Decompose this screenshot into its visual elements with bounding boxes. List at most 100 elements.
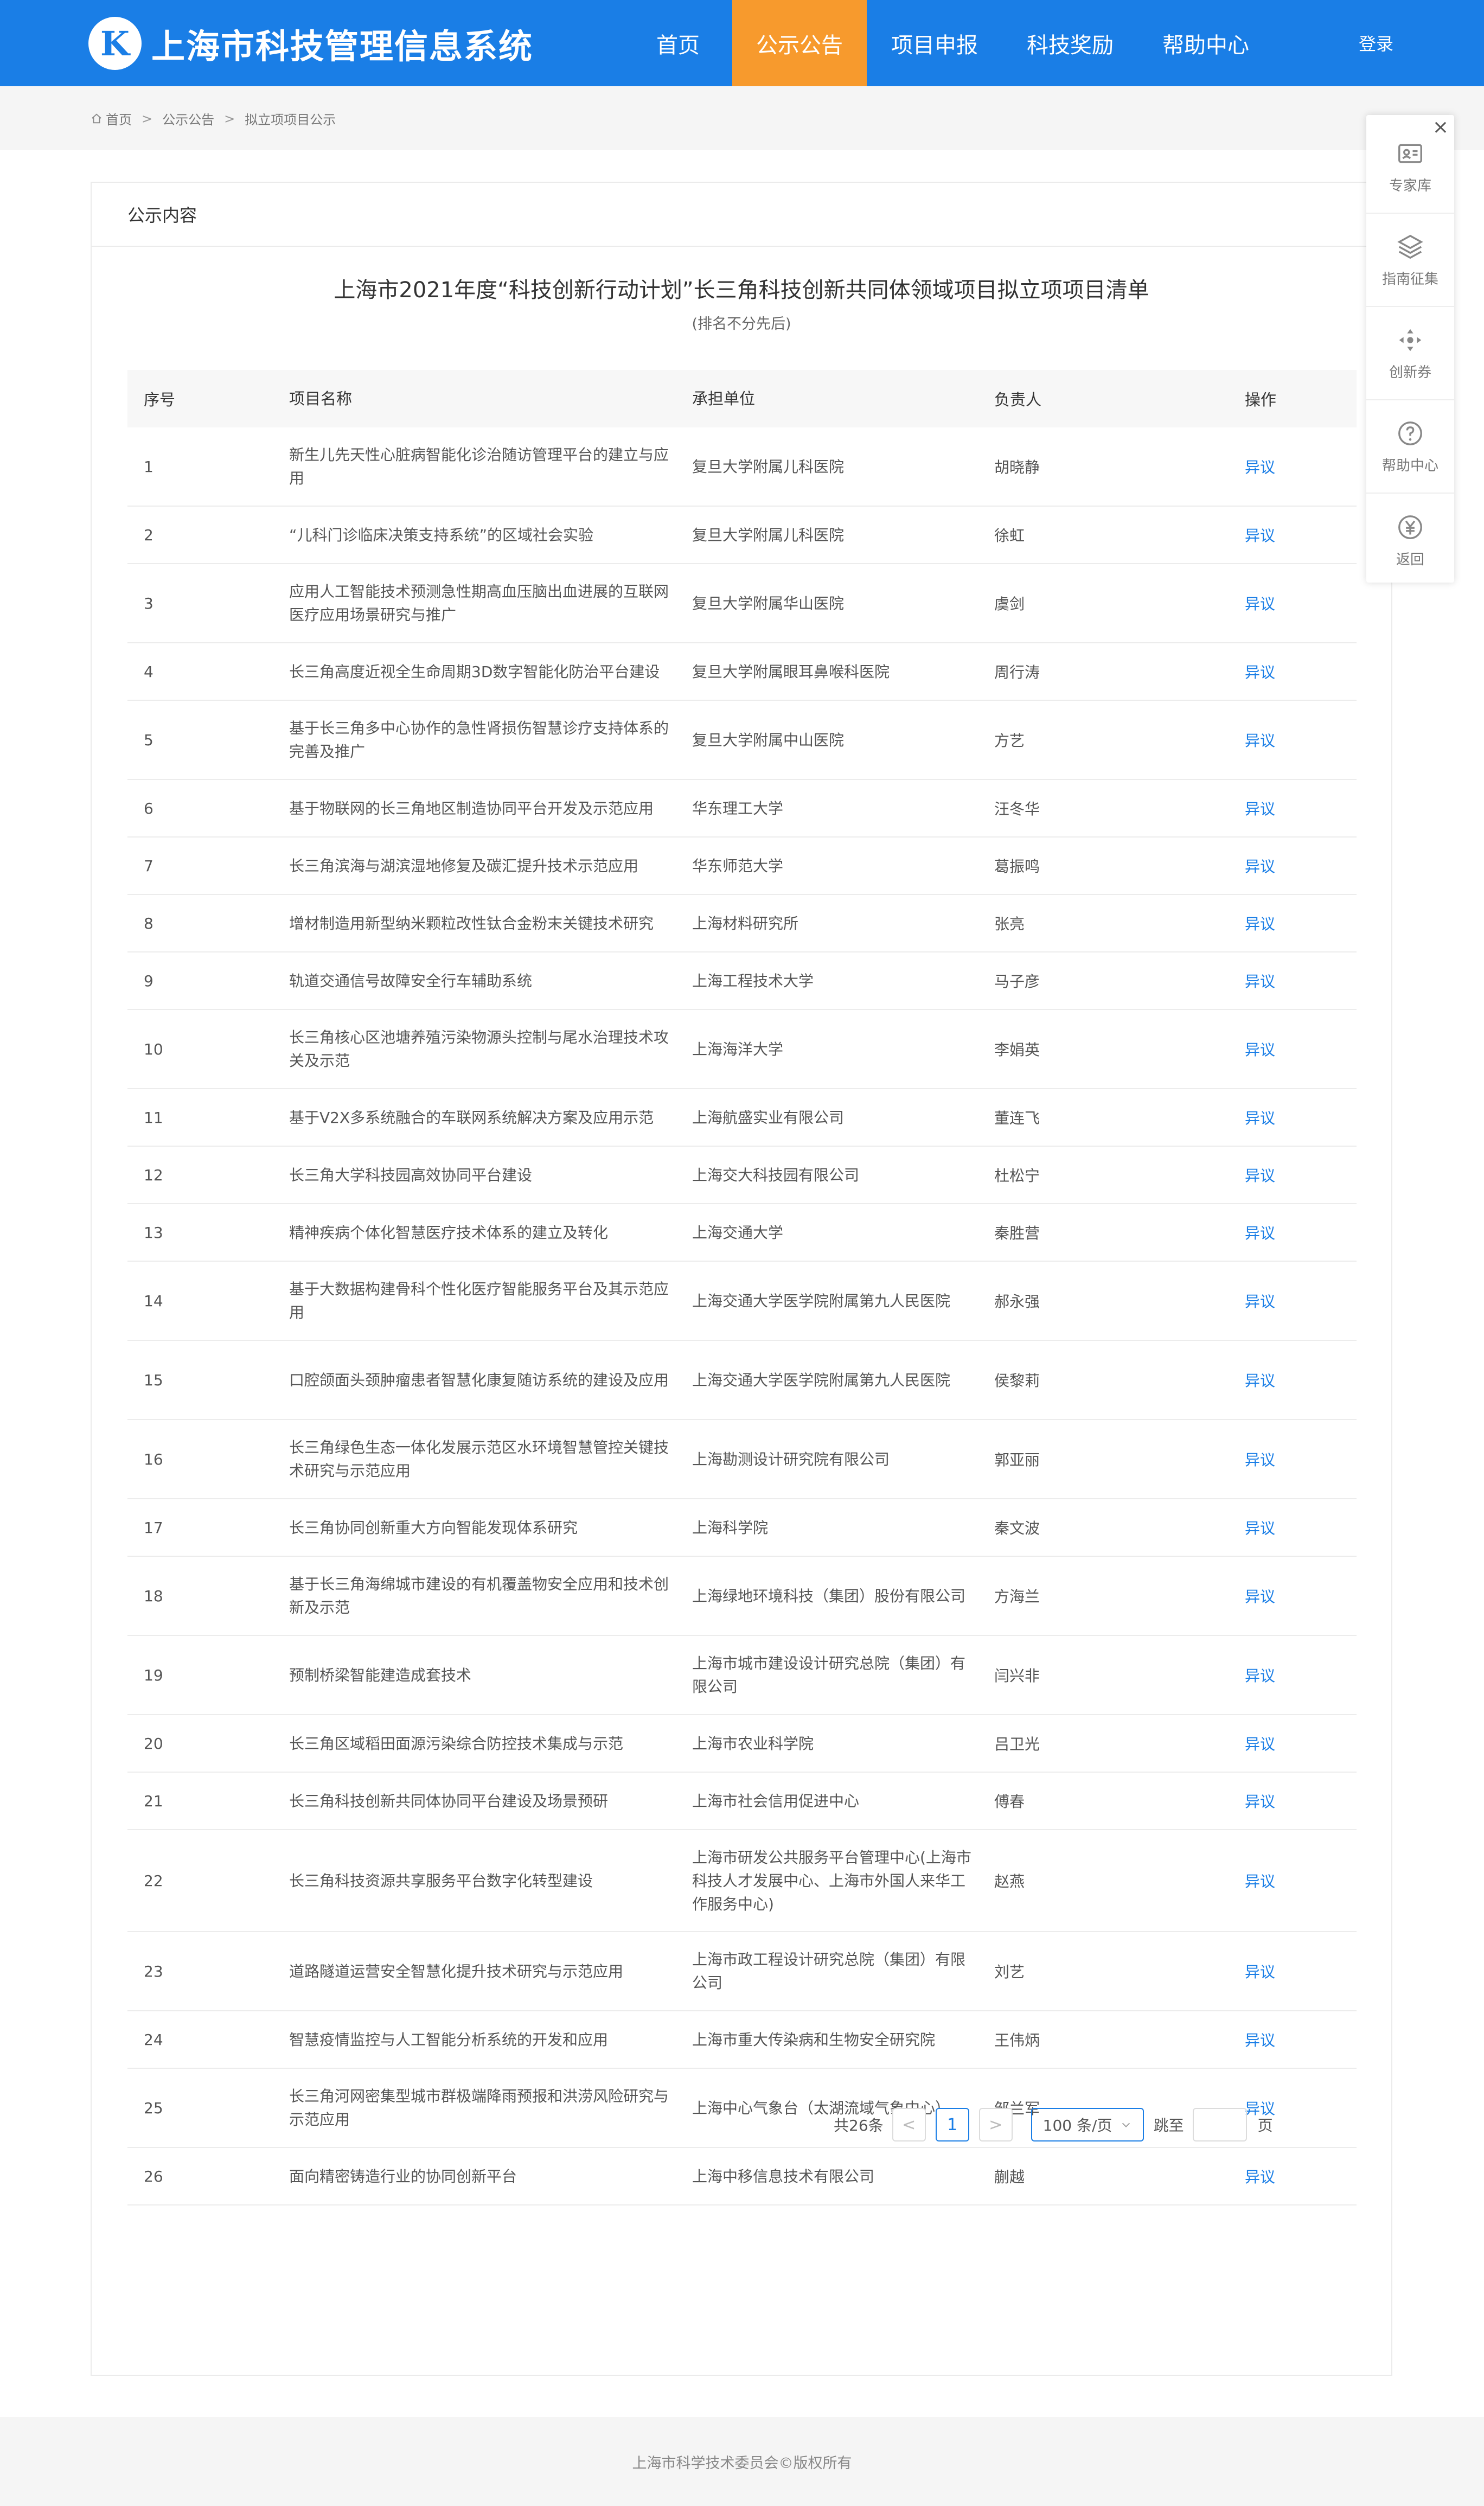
- table-row: 14 基于大数据构建骨科个性化医疗智能服务平台及其示范应用 上海交通大学医学院附属第…: [127, 1262, 1357, 1341]
- project-leader: 虞剑: [994, 595, 1025, 613]
- objection-link[interactable]: 异议: [1245, 1224, 1275, 1242]
- objection-link[interactable]: 异议: [1245, 1451, 1275, 1469]
- innovation-voucher-button[interactable]: 创新券: [1366, 307, 1454, 400]
- objection-link[interactable]: 异议: [1245, 663, 1275, 681]
- table-row: 17 长三角协同创新重大方向智能发现体系研究 上海科学院 秦文波 异议: [127, 1499, 1357, 1557]
- breadcrumb: 首页 > 公示公告 > 拟立项项目公示: [91, 109, 336, 128]
- objection-link[interactable]: 异议: [1245, 915, 1275, 933]
- row-number: 21: [144, 1792, 163, 1810]
- project-name: 长三角科技创新共同体协同平台建设及场景预研: [289, 1792, 609, 1810]
- objection-link[interactable]: 异议: [1245, 1293, 1275, 1310]
- host-unit: 复旦大学附属中山医院: [692, 731, 845, 749]
- project-leader: 王伟炳: [994, 2031, 1040, 2049]
- op-cell: 异议: [1245, 1448, 1357, 1470]
- project-leader: 方海兰: [994, 1588, 1040, 1606]
- row-number: 12: [144, 1166, 163, 1184]
- row-number: 17: [144, 1518, 163, 1537]
- logo-mark: K: [88, 17, 142, 70]
- objection-link[interactable]: 异议: [1245, 595, 1275, 613]
- objection-link[interactable]: 异议: [1245, 458, 1275, 476]
- nav-item-home[interactable]: 首页: [624, 0, 732, 86]
- table-row: 9 轨道交通信号故障安全行车辅助系统 上海工程技术大学 马子彦 异议: [127, 952, 1357, 1010]
- nav-item-help[interactable]: 帮助中心: [1138, 0, 1274, 86]
- row-number: 25: [144, 2099, 163, 2117]
- op-cell: 异议: [1245, 1038, 1357, 1060]
- op-cell: 异议: [1245, 1870, 1357, 1891]
- objection-link[interactable]: 异议: [1245, 1519, 1275, 1537]
- objection-link[interactable]: 异议: [1245, 2031, 1275, 2049]
- header-name: 项目名称: [289, 389, 353, 408]
- page-suffix: 页: [1257, 2117, 1273, 2134]
- project-name: 长三角高度近视全生命周期3D数字智能化防治平台建设: [289, 662, 660, 681]
- objection-link[interactable]: 异议: [1245, 1588, 1275, 1606]
- objection-link[interactable]: 异议: [1245, 800, 1275, 818]
- row-number: 11: [144, 1108, 163, 1127]
- site-logo[interactable]: K 上海市科技管理信息系统: [88, 16, 533, 71]
- project-name: 基于长三角海绵城市建设的有机覆盖物安全应用和技术创新及示范: [289, 1575, 669, 1616]
- host-unit: 上海市社会信用促进中心: [692, 1792, 860, 1810]
- help-center-button[interactable]: 帮助中心: [1366, 400, 1454, 494]
- host-unit: 上海中移信息技术有限公司: [692, 2167, 875, 2185]
- objection-link[interactable]: 异议: [1245, 858, 1275, 875]
- next-page-button[interactable]: >: [978, 2108, 1013, 2141]
- objection-link[interactable]: 异议: [1245, 1793, 1275, 1811]
- objection-link[interactable]: 异议: [1245, 1167, 1275, 1185]
- page-size-select[interactable]: 100 条/页: [1031, 2108, 1144, 2141]
- objection-link[interactable]: 异议: [1245, 1872, 1275, 1890]
- project-leader: 闫兴非: [994, 1667, 1040, 1685]
- project-name: 面向精密铸造行业的协同创新平台: [289, 2167, 517, 2185]
- op-cell: 异议: [1245, 524, 1357, 546]
- objection-link[interactable]: 异议: [1245, 1109, 1275, 1127]
- project-leader: 侯黎莉: [994, 1372, 1040, 1390]
- row-number: 6: [144, 799, 153, 817]
- host-unit: 上海科学院: [692, 1518, 769, 1537]
- op-cell: 异议: [1245, 2029, 1357, 2050]
- host-unit: 上海工程技术大学: [692, 971, 814, 990]
- op-cell: 异议: [1245, 1790, 1357, 1812]
- nav-item-project-apply[interactable]: 项目申报: [867, 0, 1002, 86]
- op-cell: 异议: [1245, 1290, 1357, 1312]
- objection-link[interactable]: 异议: [1245, 1372, 1275, 1390]
- objection-link[interactable]: 异议: [1245, 1735, 1275, 1753]
- host-unit: 上海航盛实业有限公司: [692, 1108, 845, 1127]
- row-number: 2: [144, 526, 153, 544]
- table-row: 6 基于物联网的长三角地区制造协同平台开发及示范应用 华东理工大学 汪冬华 异议: [127, 780, 1357, 838]
- nav-item-awards[interactable]: 科技奖励: [1002, 0, 1138, 86]
- table-row: 4 长三角高度近视全生命周期3D数字智能化防治平台建设 复旦大学附属眼耳鼻喉科医院 周…: [127, 643, 1357, 701]
- breadcrumb-notices[interactable]: 公示公告: [162, 109, 214, 128]
- breadcrumb-band: 首页 > 公示公告 > 拟立项项目公示: [0, 86, 1484, 150]
- row-number: 9: [144, 971, 153, 990]
- breadcrumb-home[interactable]: 首页: [106, 109, 132, 128]
- nav-item-notices[interactable]: 公示公告: [732, 0, 867, 86]
- project-leader: 郝永强: [994, 1293, 1040, 1310]
- objection-link[interactable]: 异议: [1245, 1667, 1275, 1685]
- objection-link[interactable]: 异议: [1245, 732, 1275, 750]
- project-name: 口腔颌面头颈肿瘤患者智慧化康复随访系统的建设及应用: [289, 1371, 669, 1389]
- jump-page-input[interactable]: [1192, 2108, 1247, 2141]
- objection-link[interactable]: 异议: [1245, 2168, 1275, 2186]
- expert-library-button[interactable]: 专家库: [1366, 120, 1454, 214]
- objection-link[interactable]: 异议: [1245, 527, 1275, 545]
- objection-link[interactable]: 异议: [1245, 1963, 1275, 1981]
- row-number: 3: [144, 594, 153, 612]
- host-unit: 上海交通大学医学院附属第九人民医院: [692, 1292, 951, 1310]
- home-icon: [92, 113, 101, 123]
- header-lead: 负责人: [994, 391, 1042, 409]
- breadcrumb-separator: >: [142, 111, 153, 126]
- return-button[interactable]: 返回: [1366, 494, 1454, 587]
- project-leader: 徐虹: [994, 527, 1025, 545]
- op-cell: 异议: [1245, 2165, 1357, 2187]
- host-unit: 复旦大学附属儿科医院: [692, 457, 845, 476]
- row-number: 20: [144, 1734, 163, 1753]
- guide-collection-button[interactable]: 指南征集: [1366, 214, 1454, 307]
- layers-icon: [1397, 234, 1423, 259]
- breadcrumb-separator: >: [224, 111, 235, 126]
- host-unit: 上海交通大学: [692, 1223, 784, 1242]
- prev-page-button[interactable]: <: [892, 2108, 926, 2141]
- login-link[interactable]: 登录: [1359, 30, 1393, 55]
- objection-link[interactable]: 异议: [1245, 1041, 1275, 1059]
- row-number: 5: [144, 731, 153, 749]
- objection-link[interactable]: 异议: [1245, 973, 1275, 990]
- host-unit: 复旦大学附属华山医院: [692, 594, 845, 612]
- page-1-button[interactable]: 1: [935, 2108, 969, 2141]
